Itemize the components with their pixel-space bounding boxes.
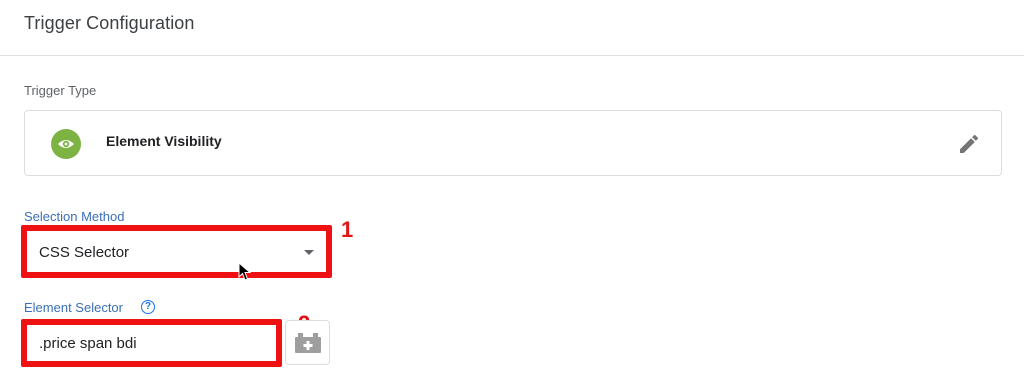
help-icon[interactable]: ? <box>141 300 155 314</box>
element-selector-label: Element Selector <box>24 300 123 315</box>
variable-picker-button[interactable] <box>285 320 330 365</box>
eye-icon <box>51 129 81 159</box>
panel-title: Trigger Configuration <box>24 13 195 33</box>
panel-header: Trigger Configuration <box>0 0 1024 56</box>
highlight-box-2 <box>21 319 282 367</box>
mouse-cursor-icon <box>238 262 252 281</box>
callout-number-1: 1 <box>341 217 354 242</box>
trigger-type-name: Element Visibility <box>106 133 222 149</box>
highlight-box-1 <box>21 225 332 278</box>
trigger-configuration-panel: Trigger Configuration Trigger Type Eleme… <box>0 0 1024 376</box>
trigger-type-label: Trigger Type <box>24 83 97 98</box>
selection-method-label: Selection Method <box>24 209 125 224</box>
pencil-icon[interactable] <box>957 132 981 156</box>
variable-picker-icon <box>295 333 321 353</box>
trigger-type-card[interactable]: Element Visibility <box>24 110 1002 176</box>
